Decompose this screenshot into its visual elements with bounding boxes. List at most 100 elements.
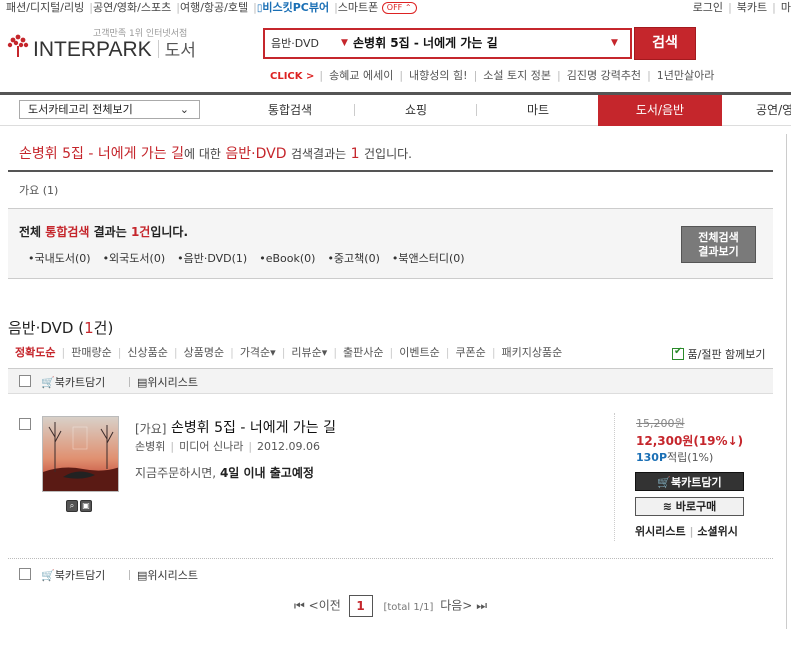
wishlist-link[interactable]: 위시리스트 (635, 525, 686, 538)
total-results-box: 전체 통합검색 결과는 1건입니다. •국내도서(0) •외국도서(0) •음반·D… (8, 208, 773, 279)
view-all-results-button[interactable]: 전체검색 결과보기 (681, 226, 756, 263)
util-link-fashion[interactable]: 패션/디지털/리빙 (6, 1, 84, 14)
click-label: CLICK > (270, 71, 315, 82)
wishlist-icon: ▤ (137, 376, 148, 389)
wishlist-icon: ▤ (137, 569, 148, 582)
keyword-link[interactable]: 김진명 강력추천 (567, 69, 641, 82)
bottom-action-bar: 🛒북카트담기 ▤위시리스트 (8, 562, 773, 588)
sort-new[interactable]: 신상품순 (127, 346, 167, 359)
keyword-link[interactable]: 내향성의 힘! (409, 69, 468, 82)
cart-icon: 🛒 (41, 376, 55, 389)
recommended-keywords: CLICK > | 송혜교 에세이 | 내향성의 힘! | 소설 토지 정본 | 김진명 강력추… (270, 69, 715, 82)
off-toggle[interactable]: OFF ⌃ (381, 2, 417, 14)
interpark-tree-icon (7, 34, 29, 57)
sort-name[interactable]: 상품명순 (184, 346, 224, 359)
point-info: 130P적립(1%) (636, 451, 714, 464)
wish-links: 위시리스트 | 소셜위시 (635, 525, 738, 538)
sort-coupon[interactable]: 쿠폰순 (455, 346, 485, 359)
link-domestic-books[interactable]: •국내도서(0) (28, 252, 91, 265)
section-title: 음반·DVD (1건) (8, 319, 114, 337)
sort-package[interactable]: 패키지상품순 (502, 346, 563, 359)
sort-publisher[interactable]: 출판사순 (343, 346, 383, 359)
cover-tools: ⌕ ▣ (66, 500, 94, 512)
sort-options: 정확도순 | 판매량순 | 신상품순 | 상품명순 | 가격순▾ | 리뷰순▾ | 출판사순 | 이벤트순 |… (15, 346, 563, 359)
zoom-icon[interactable]: ⌕ (66, 500, 78, 512)
link-foreign-books[interactable]: •외국도서(0) (103, 252, 166, 265)
link-used-books[interactable]: •중고책(0) (327, 252, 379, 265)
tab-shopping[interactable]: 쇼핑 (356, 95, 476, 126)
top-action-bar: 🛒북카트담기 ▤위시리스트 (8, 368, 773, 394)
autocomplete-arrow-icon[interactable]: ▼ (611, 30, 618, 57)
select-all-checkbox-bottom[interactable] (19, 568, 31, 580)
album-cover[interactable] (42, 416, 119, 492)
dropdown-arrow-icon: ▼ (341, 38, 348, 48)
add-to-wishlist-link-bottom[interactable]: ▤위시리스트 (137, 567, 198, 583)
item-checkbox[interactable] (19, 418, 31, 430)
tab-books-music[interactable]: 도서/음반 (598, 95, 722, 126)
login-link[interactable]: 로그인 (693, 1, 723, 14)
add-to-cart-link[interactable]: 🛒북카트담기 (41, 374, 105, 390)
prev-page-link[interactable]: <이전 (309, 599, 341, 613)
biz-pc-viewer-link[interactable]: 비스킷PC뷰어 (262, 1, 329, 14)
buy-now-button[interactable]: ≋ 바로구매 (635, 497, 744, 516)
item-date: 2012.09.06 (257, 440, 321, 453)
keyword-link[interactable]: 송혜교 에세이 (329, 69, 393, 82)
current-page[interactable]: 1 (348, 595, 373, 617)
keyword-link[interactable]: 소설 토지 정본 (483, 69, 551, 82)
album-cover-image (43, 417, 118, 491)
page-total: [total 1/1] (383, 601, 434, 613)
pagination: ⏮ <이전 1 [total 1/1] 다음> ⏭ (294, 595, 487, 617)
tab-performance[interactable]: 공연/영 (722, 95, 791, 126)
show-outofprint-toggle[interactable]: 품/절판 함께보기 (672, 346, 766, 362)
search-category-select[interactable]: 음반·DVD ▼ (265, 30, 353, 57)
sort-accuracy[interactable]: 정확도순 (15, 346, 55, 359)
util-link-travel[interactable]: 여행/항공/호텔 (180, 1, 248, 14)
genre-filter[interactable]: 가요 (1) (19, 182, 58, 198)
category-select[interactable]: 도서카테고리 전체보기 ⌄ (19, 100, 200, 119)
right-sidebar-edge (786, 134, 791, 629)
link-book-and-study[interactable]: •북앤스터디(0) (392, 252, 465, 265)
item-label[interactable]: 미디어 신나라 (179, 440, 243, 453)
tab-integrated-search[interactable]: 통합검색 (230, 95, 350, 126)
smartphone-link[interactable]: 스마트폰 (338, 1, 378, 14)
sort-sales[interactable]: 판매량순 (71, 346, 111, 359)
bookcart-link[interactable]: 북카트 (737, 1, 767, 14)
result-summary: 손병휘 5집 - 너에게 가는 길에 대한 음반·DVD 검색결과는 1 건입니… (19, 146, 412, 162)
tab-mart[interactable]: 마트 (478, 95, 598, 126)
item-artist[interactable]: 손병휘 (135, 440, 165, 453)
item-shipping: 지금주문하시면, 4일 이내 출고예정 (135, 466, 314, 480)
add-to-cart-link-bottom[interactable]: 🛒북카트담기 (41, 567, 105, 583)
chevron-down-icon: ⌄ (179, 103, 189, 116)
search-input[interactable] (353, 30, 608, 57)
item-title-link[interactable]: 손병휘 5집 - 너에게 가는 길 (171, 417, 336, 437)
select-all-checkbox[interactable] (19, 375, 31, 387)
preview-icon[interactable]: ▣ (80, 500, 92, 512)
cart-icon: 🛒 (657, 476, 672, 489)
link-ebook[interactable]: •eBook(0) (259, 252, 315, 265)
search-button[interactable]: 검색 (634, 27, 696, 60)
cart-icon: 🛒 (41, 569, 55, 582)
original-price: 15,200원 (636, 417, 685, 430)
sort-review[interactable]: 리뷰순▾ (291, 346, 327, 359)
last-page-icon[interactable]: ⏭ (476, 599, 487, 613)
search-box: 음반·DVD▼ ▼ (263, 28, 632, 59)
sort-event[interactable]: 이벤트순 (399, 346, 439, 359)
keyword-link[interactable]: 1년만살아라 (657, 69, 715, 82)
checkbox-checked[interactable] (672, 346, 684, 360)
next-page-link[interactable]: 다음> (440, 599, 472, 613)
util-link-performance[interactable]: 공연/영화/스포츠 (93, 1, 171, 14)
item-meta: 손병휘 | 미디어 신나라 | 2012.09.06 (135, 440, 321, 453)
first-page-icon[interactable]: ⏮ (294, 599, 305, 613)
sale-price: 12,300원(19%↓) (636, 434, 744, 448)
mypage-link[interactable]: 마 (781, 1, 791, 14)
total-results-title: 전체 통합검색 결과는 1건입니다. (19, 225, 189, 239)
result-count: 1 (350, 146, 360, 162)
logo-wordmark: INTERPARK 도서 (33, 38, 196, 61)
site-logo[interactable]: 고객만족 1위 인터넷서점 INTERPARK 도서 (7, 26, 202, 64)
social-wish-link[interactable]: 소셜위시 (697, 525, 737, 538)
add-to-cart-button[interactable]: 🛒북카트담기 (635, 472, 744, 491)
sort-price[interactable]: 가격순▾ (240, 346, 276, 359)
stack-icon: ≋ (662, 500, 672, 513)
add-to-wishlist-link[interactable]: ▤위시리스트 (137, 374, 198, 390)
link-music-dvd[interactable]: •음반·DVD(1) (177, 252, 247, 265)
